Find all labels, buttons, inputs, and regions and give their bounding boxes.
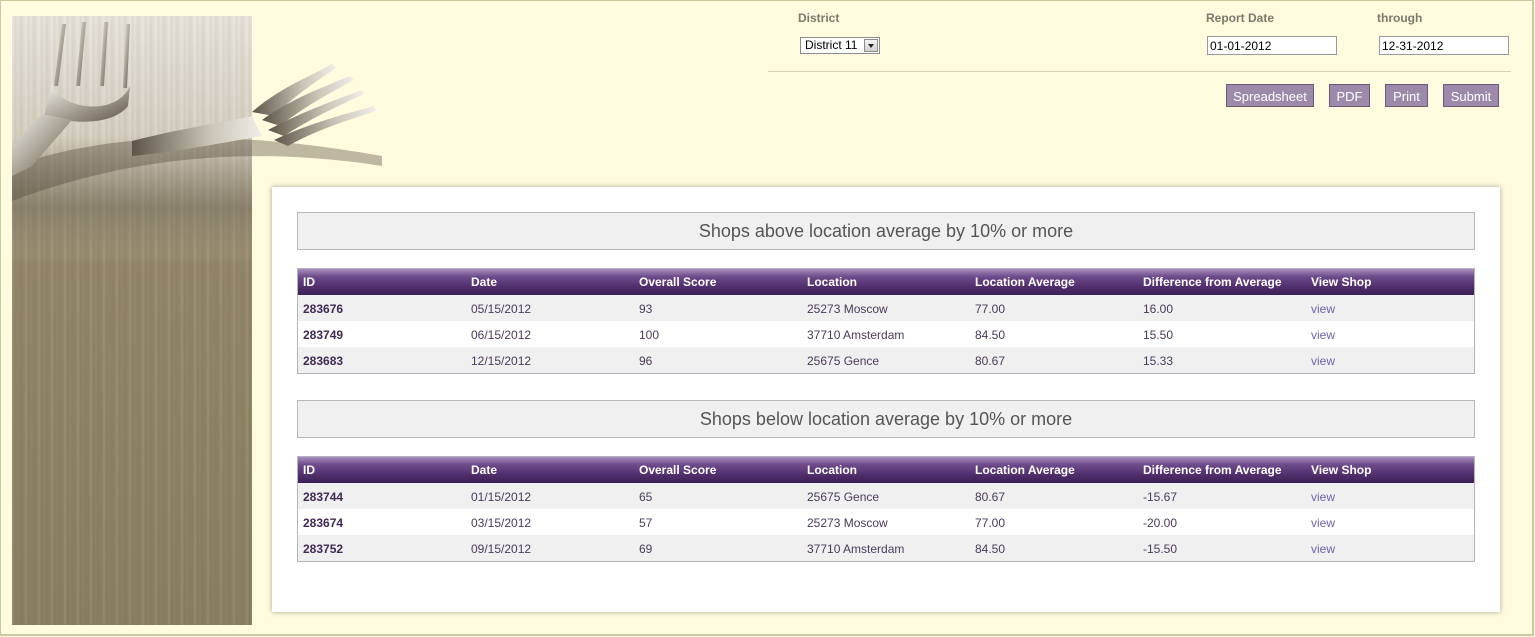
above-average-table: ID Date Overall Score Location Location … — [297, 268, 1475, 374]
cell-difference: -20.00 — [1143, 516, 1178, 530]
table-header: ID Date Overall Score Location Location … — [298, 457, 1474, 483]
cell-date: 05/15/2012 — [471, 302, 532, 316]
cell-location-average: 80.67 — [975, 354, 1006, 368]
col-date[interactable]: Date — [471, 463, 497, 477]
table-row: 283676 05/15/2012 93 25273 Moscow 77.00 … — [298, 295, 1474, 321]
below-average-title: Shops below location average by 10% or m… — [297, 400, 1475, 438]
table-row: 283683 12/15/2012 96 25675 Gence 80.67 1… — [298, 347, 1474, 373]
cell-location: 25273 Moscow — [807, 516, 888, 530]
cell-score: 100 — [639, 328, 660, 342]
view-shop-link[interactable]: view — [1311, 354, 1335, 368]
table-row: 283674 03/15/2012 57 25273 Moscow 77.00 … — [298, 509, 1474, 535]
cell-id: 283674 — [303, 516, 344, 530]
cell-difference: -15.50 — [1143, 542, 1178, 556]
cell-location-average: 77.00 — [975, 516, 1006, 530]
pdf-button[interactable]: PDF — [1329, 84, 1370, 107]
cell-score: 65 — [639, 490, 653, 504]
cell-location-average: 77.00 — [975, 302, 1006, 316]
cell-id: 283752 — [303, 542, 344, 556]
cell-location: 25675 Gence — [807, 354, 880, 368]
view-shop-link[interactable]: view — [1311, 542, 1335, 556]
col-view-shop[interactable]: View Shop — [1311, 275, 1371, 289]
cell-difference: 15.33 — [1143, 354, 1174, 368]
below-average-table: ID Date Overall Score Location Location … — [297, 456, 1475, 562]
col-view-shop[interactable]: View Shop — [1311, 463, 1371, 477]
col-location-average[interactable]: Location Average — [975, 463, 1075, 477]
col-difference[interactable]: Difference from Average — [1143, 275, 1282, 289]
above-average-title: Shops above location average by 10% or m… — [297, 212, 1475, 250]
cell-score: 57 — [639, 516, 653, 530]
report-date-input[interactable] — [1207, 36, 1337, 55]
through-date-input[interactable] — [1379, 36, 1509, 55]
cell-score: 69 — [639, 542, 653, 556]
cell-difference: -15.67 — [1143, 490, 1178, 504]
cell-location: 25273 Moscow — [807, 302, 888, 316]
cell-date: 12/15/2012 — [471, 354, 532, 368]
district-select-value: District 11 — [805, 38, 858, 52]
col-location[interactable]: Location — [807, 463, 857, 477]
report-panel: Shops above location average by 10% or m… — [272, 187, 1500, 612]
cell-difference: 16.00 — [1143, 302, 1174, 316]
col-date[interactable]: Date — [471, 275, 497, 289]
forks-banner-icon — [12, 22, 382, 201]
col-id[interactable]: ID — [303, 275, 315, 289]
cell-location: 25675 Gence — [807, 490, 880, 504]
cell-location: 37710 Amsterdam — [807, 328, 905, 342]
table-header: ID Date Overall Score Location Location … — [298, 269, 1474, 295]
table-row: 283752 09/15/2012 69 37710 Amsterdam 84.… — [298, 535, 1474, 561]
cell-location: 37710 Amsterdam — [807, 542, 905, 556]
view-shop-link[interactable]: view — [1311, 516, 1335, 530]
filter-divider — [768, 71, 1511, 72]
submit-button[interactable]: Submit — [1443, 84, 1499, 107]
cell-id: 283744 — [303, 490, 344, 504]
cell-date: 06/15/2012 — [471, 328, 532, 342]
cell-difference: 15.50 — [1143, 328, 1174, 342]
cell-id: 283749 — [303, 328, 344, 342]
print-button[interactable]: Print — [1385, 84, 1428, 107]
cell-date: 01/15/2012 — [471, 490, 532, 504]
view-shop-link[interactable]: view — [1311, 328, 1335, 342]
chevron-down-icon[interactable] — [864, 39, 878, 52]
view-shop-link[interactable]: view — [1311, 302, 1335, 316]
cell-score: 96 — [639, 354, 653, 368]
cell-id: 283683 — [303, 354, 344, 368]
district-label: District — [798, 11, 840, 25]
view-shop-link[interactable]: view — [1311, 490, 1335, 504]
col-location-average[interactable]: Location Average — [975, 275, 1075, 289]
cell-location-average: 84.50 — [975, 328, 1006, 342]
report-date-label: Report Date — [1206, 11, 1275, 25]
cell-location-average: 84.50 — [975, 542, 1006, 556]
table-row: 283749 06/15/2012 100 37710 Amsterdam 84… — [298, 321, 1474, 347]
table-row: 283744 01/15/2012 65 25675 Gence 80.67 -… — [298, 483, 1474, 509]
cell-date: 09/15/2012 — [471, 542, 532, 556]
through-label: through — [1377, 11, 1423, 25]
col-overall-score[interactable]: Overall Score — [639, 463, 716, 477]
cell-score: 93 — [639, 302, 653, 316]
col-difference[interactable]: Difference from Average — [1143, 463, 1282, 477]
district-select[interactable]: District 11 — [800, 37, 880, 54]
cell-id: 283676 — [303, 302, 344, 316]
col-location[interactable]: Location — [807, 275, 857, 289]
col-id[interactable]: ID — [303, 463, 315, 477]
spreadsheet-button[interactable]: Spreadsheet — [1226, 84, 1314, 107]
cell-date: 03/15/2012 — [471, 516, 532, 530]
cell-location-average: 80.67 — [975, 490, 1006, 504]
col-overall-score[interactable]: Overall Score — [639, 275, 716, 289]
